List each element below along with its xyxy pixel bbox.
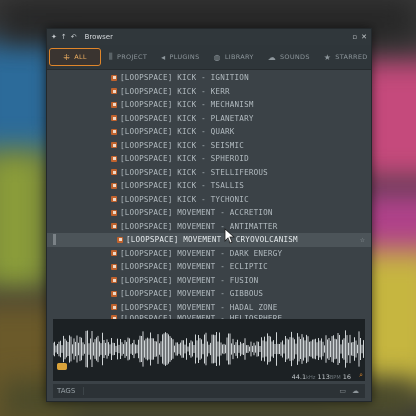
file-name: [LOOPSPACE] MOVEMENT - DARK ENERGY	[120, 248, 283, 258]
file-name: [LOOPSPACE] KICK - SPHEROID	[120, 154, 249, 164]
sample-info: 44.1kHz 113BPM 16	[292, 373, 351, 381]
file-name: [LOOPSPACE] MOVEMENT - ECLIPTIC	[120, 262, 268, 272]
file-name: [LOOPSPACE] KICK - QUARK	[120, 127, 235, 137]
list-item[interactable]: [LOOPSPACE] KICK - QUARK	[47, 125, 371, 139]
tab-plugins[interactable]: ◂ PLUGINS	[155, 49, 205, 65]
tab-library[interactable]: ◍ LIBRARY	[208, 49, 260, 65]
list-item[interactable]: [LOOPSPACE] KICK - KERR	[47, 85, 371, 99]
tab-starred[interactable]: ★ STARRED	[318, 49, 371, 65]
file-name: [LOOPSPACE] KICK - TSALLIS	[120, 181, 245, 191]
list-item[interactable]: [LOOPSPACE] KICK - IGNITION	[47, 71, 371, 85]
audio-file-icon	[111, 155, 117, 162]
list-item-selected[interactable]: [LOOPSPACE] MOVEMENT - CRYOVOLCANISM ☆	[47, 233, 371, 247]
tab-all[interactable]: ⁜ ALL	[49, 48, 101, 66]
list-item[interactable]: [LOOPSPACE] KICK - PLANETARY	[47, 112, 371, 126]
audio-file-icon	[111, 209, 117, 216]
audio-file-icon	[111, 101, 117, 108]
audio-file-icon	[111, 128, 117, 135]
selection-marker	[53, 234, 56, 246]
file-name: [LOOPSPACE] KICK - IGNITION	[120, 73, 249, 83]
tab-bar: ⁜ ALL ⫼ PROJECT ◂ PLUGINS ◍ LIBRARY ☁ SO…	[47, 45, 371, 70]
audio-file-icon	[111, 196, 117, 203]
tab-label: ALL	[74, 53, 87, 61]
list-item[interactable]: [LOOPSPACE] KICK - SEISMIC	[47, 139, 371, 153]
tab-label: LIBRARY	[224, 53, 254, 61]
list-item[interactable]: [LOOPSPACE] MOVEMENT - ACCRETION	[47, 206, 371, 220]
file-name: [LOOPSPACE] KICK - MECHANISM	[120, 100, 254, 110]
list-item[interactable]: [LOOPSPACE] KICK - SPHEROID	[47, 152, 371, 166]
file-name: [LOOPSPACE] KICK - KERR	[120, 86, 230, 96]
audio-file-icon	[111, 74, 117, 81]
project-icon: ⫼	[109, 52, 113, 61]
file-name: [LOOPSPACE] MOVEMENT - GIBBOUS	[120, 289, 264, 299]
list-item[interactable]: [LOOPSPACE] KICK - MECHANISM	[47, 98, 371, 112]
audio-file-icon	[111, 88, 117, 95]
plugins-icon: ◂	[161, 52, 166, 62]
sample-rate-unit: kHz	[306, 375, 316, 381]
audio-file-icon	[111, 142, 117, 149]
cloud-icon[interactable]: ☁	[352, 387, 359, 395]
file-name: [LOOPSPACE] MOVEMENT - FUSION	[120, 275, 259, 285]
tags-label: TAGS	[53, 387, 84, 395]
file-name: [LOOPSPACE] KICK - TYCHONIC	[120, 194, 249, 204]
file-name: [LOOPSPACE] MOVEMENT - ANTIMATTER	[120, 221, 278, 231]
audio-file-icon	[117, 236, 123, 243]
tab-project[interactable]: ⫼ PROJECT	[103, 49, 153, 65]
audio-file-icon	[111, 115, 117, 122]
tab-label: PROJECT	[116, 53, 148, 61]
list-item[interactable]: [LOOPSPACE] MOVEMENT - ECLIPTIC	[47, 260, 371, 274]
up-arrow-icon[interactable]: ↑	[61, 33, 67, 41]
arrows-icon[interactable]: ✦	[51, 33, 57, 41]
back-icon[interactable]: ↶	[71, 33, 77, 41]
list-item[interactable]: [LOOPSPACE] MOVEMENT - ANTIMATTER	[47, 220, 371, 234]
title-bar[interactable]: ✦ ↑ ↶ Browser ▫ ✕	[47, 29, 371, 45]
file-name: [LOOPSPACE] KICK - PLANETARY	[120, 113, 254, 123]
browser-window: ✦ ↑ ↶ Browser ▫ ✕ ⁜ ALL ⫼ PROJECT ◂ PLUG…	[46, 28, 372, 402]
list-item[interactable]: [LOOPSPACE] KICK - TYCHONIC	[47, 193, 371, 207]
waveform[interactable]	[53, 319, 365, 369]
file-name: [LOOPSPACE] MOVEMENT - ACCRETION	[120, 208, 273, 218]
waveform-preview[interactable]: 44.1kHz 113BPM 16 ⌕	[53, 319, 365, 381]
audio-file-icon	[111, 182, 117, 189]
search-icon[interactable]: ⌕	[359, 371, 363, 380]
star-icon[interactable]: ☆	[360, 235, 365, 244]
all-icon: ⁜	[63, 52, 71, 62]
close-icon[interactable]: ✕	[361, 33, 367, 41]
audio-file-icon	[111, 304, 117, 311]
file-name: [LOOPSPACE] MOVEMENT - CRYOVOLCANISM	[126, 235, 298, 245]
audio-file-icon	[111, 223, 117, 230]
list-item[interactable]: [LOOPSPACE] MOVEMENT - FUSION	[47, 274, 371, 288]
list-item[interactable]: [LOOPSPACE] MOVEMENT - DARK ENERGY	[47, 247, 371, 261]
tag-icon[interactable]	[57, 363, 67, 370]
audio-file-icon	[111, 250, 117, 257]
tab-sounds[interactable]: ☁ SOUNDS	[262, 49, 316, 65]
file-list: [LOOPSPACE] KICK - IGNITION [LOOPSPACE] …	[47, 71, 371, 343]
file-name: [LOOPSPACE] MOVEMENT - HADAL ZONE	[120, 302, 278, 312]
bit-depth: 16	[342, 373, 351, 381]
audio-file-icon	[111, 263, 117, 270]
sample-rate: 44.1	[291, 373, 307, 381]
library-icon: ◍	[213, 52, 221, 62]
list-item[interactable]: [LOOPSPACE] KICK - STELLIFEROUS	[47, 166, 371, 180]
tab-label: STARRED	[335, 53, 368, 61]
list-item[interactable]: [LOOPSPACE] MOVEMENT - HADAL ZONE	[47, 301, 371, 315]
maximize-icon[interactable]: ▫	[352, 33, 357, 41]
folder-icon[interactable]: ▭	[339, 387, 346, 395]
star-icon: ★	[323, 52, 332, 62]
mouse-cursor-icon	[224, 228, 236, 244]
file-name: [LOOPSPACE] KICK - STELLIFEROUS	[120, 167, 268, 177]
bpm-value: 113	[317, 373, 330, 381]
audio-file-icon	[111, 277, 117, 284]
list-item[interactable]: [LOOPSPACE] MOVEMENT - GIBBOUS	[47, 287, 371, 301]
file-name: [LOOPSPACE] KICK - SEISMIC	[120, 140, 245, 150]
audio-file-icon	[111, 290, 117, 297]
cloud-icon: ☁	[267, 52, 276, 62]
audio-file-icon	[111, 169, 117, 176]
tab-label: PLUGINS	[169, 53, 200, 61]
list-item[interactable]: [LOOPSPACE] KICK - TSALLIS	[47, 179, 371, 193]
bpm-unit: BPM	[329, 375, 341, 381]
window-title: Browser	[84, 33, 113, 41]
tags-bar: TAGS ▭ ☁	[53, 384, 365, 398]
tab-label: SOUNDS	[280, 53, 310, 61]
